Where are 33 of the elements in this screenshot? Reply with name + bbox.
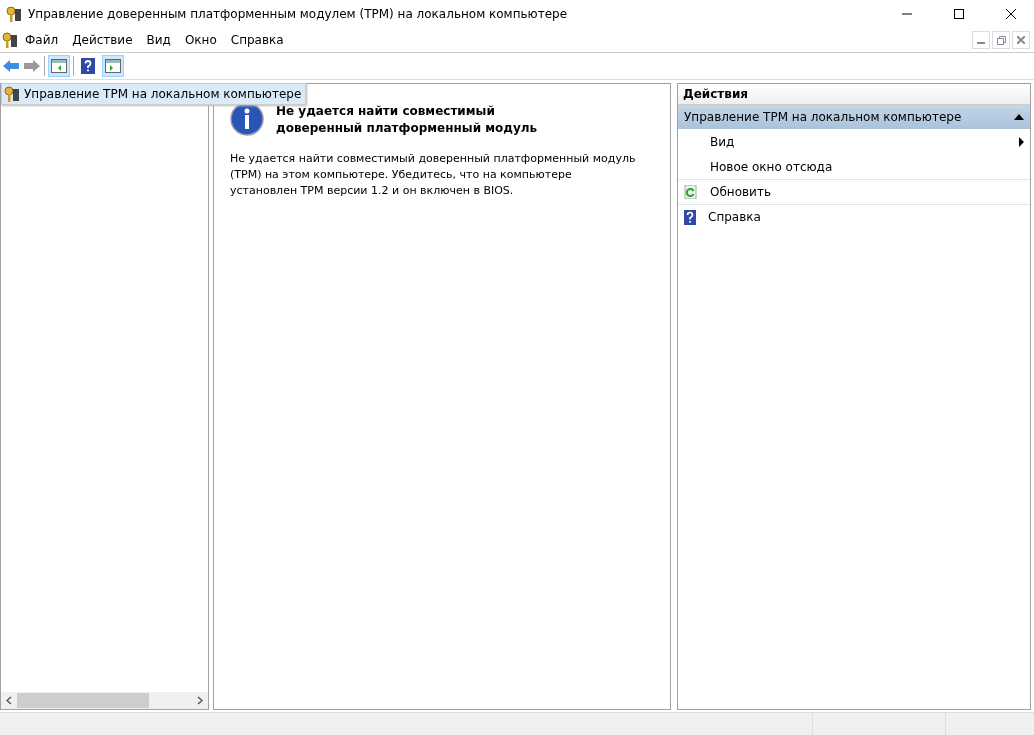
key-icon bbox=[2, 32, 18, 48]
tree-pane-toggle-button[interactable] bbox=[48, 55, 70, 77]
maximize-icon bbox=[954, 9, 964, 19]
submenu-arrow-icon bbox=[1019, 137, 1024, 147]
close-button[interactable] bbox=[1012, 31, 1030, 49]
message-text: Не удается найти совместимый доверенный платформенный модуль (TPM) на этом компьютере. Убедитесь, что на компьютере установлен TPM версии 1.2 и он включен в BIOS. bbox=[229, 151, 637, 199]
action-link[interactable]: Новое окно отсюда bbox=[710, 160, 1024, 174]
help-icon bbox=[684, 209, 696, 225]
restore-button[interactable] bbox=[992, 31, 1010, 49]
restore-icon bbox=[996, 35, 1006, 45]
menu-item[interactable]: Окно bbox=[177, 33, 224, 47]
actions-pane-toggle-button[interactable] bbox=[102, 55, 124, 77]
collapse-icon[interactable] bbox=[1014, 114, 1024, 120]
info-icon bbox=[230, 102, 264, 136]
scrollbar-thumb[interactable] bbox=[17, 693, 149, 708]
key-icon bbox=[4, 86, 20, 102]
close-icon bbox=[1006, 9, 1016, 19]
message-title: Не удается найти совместимый доверенный платформенный модуль bbox=[276, 103, 539, 137]
action-link[interactable]: Справка bbox=[708, 210, 1024, 224]
refresh-icon bbox=[684, 185, 698, 199]
back-arrow-icon[interactable] bbox=[2, 59, 20, 73]
tree-item[interactable]: Управление TPM на локальном компьютере bbox=[1, 83, 307, 105]
menu-item[interactable]: Файл bbox=[18, 33, 66, 47]
actions-section-header[interactable]: Управление TPM на локальном компьютере bbox=[678, 105, 1030, 129]
close-icon bbox=[1017, 36, 1025, 44]
action-link[interactable]: Вид bbox=[710, 135, 1007, 149]
window-title: Управление доверенным платформенным модулем (TPM) на локальном компьютере bbox=[28, 7, 569, 21]
action-link[interactable]: Обновить bbox=[710, 185, 1024, 199]
menu-item[interactable]: Действие bbox=[65, 33, 140, 47]
menu-item[interactable]: Вид bbox=[139, 33, 178, 47]
minimize-button[interactable] bbox=[972, 31, 990, 49]
key-icon bbox=[6, 6, 22, 22]
menu-item[interactable]: Справка bbox=[223, 33, 291, 47]
